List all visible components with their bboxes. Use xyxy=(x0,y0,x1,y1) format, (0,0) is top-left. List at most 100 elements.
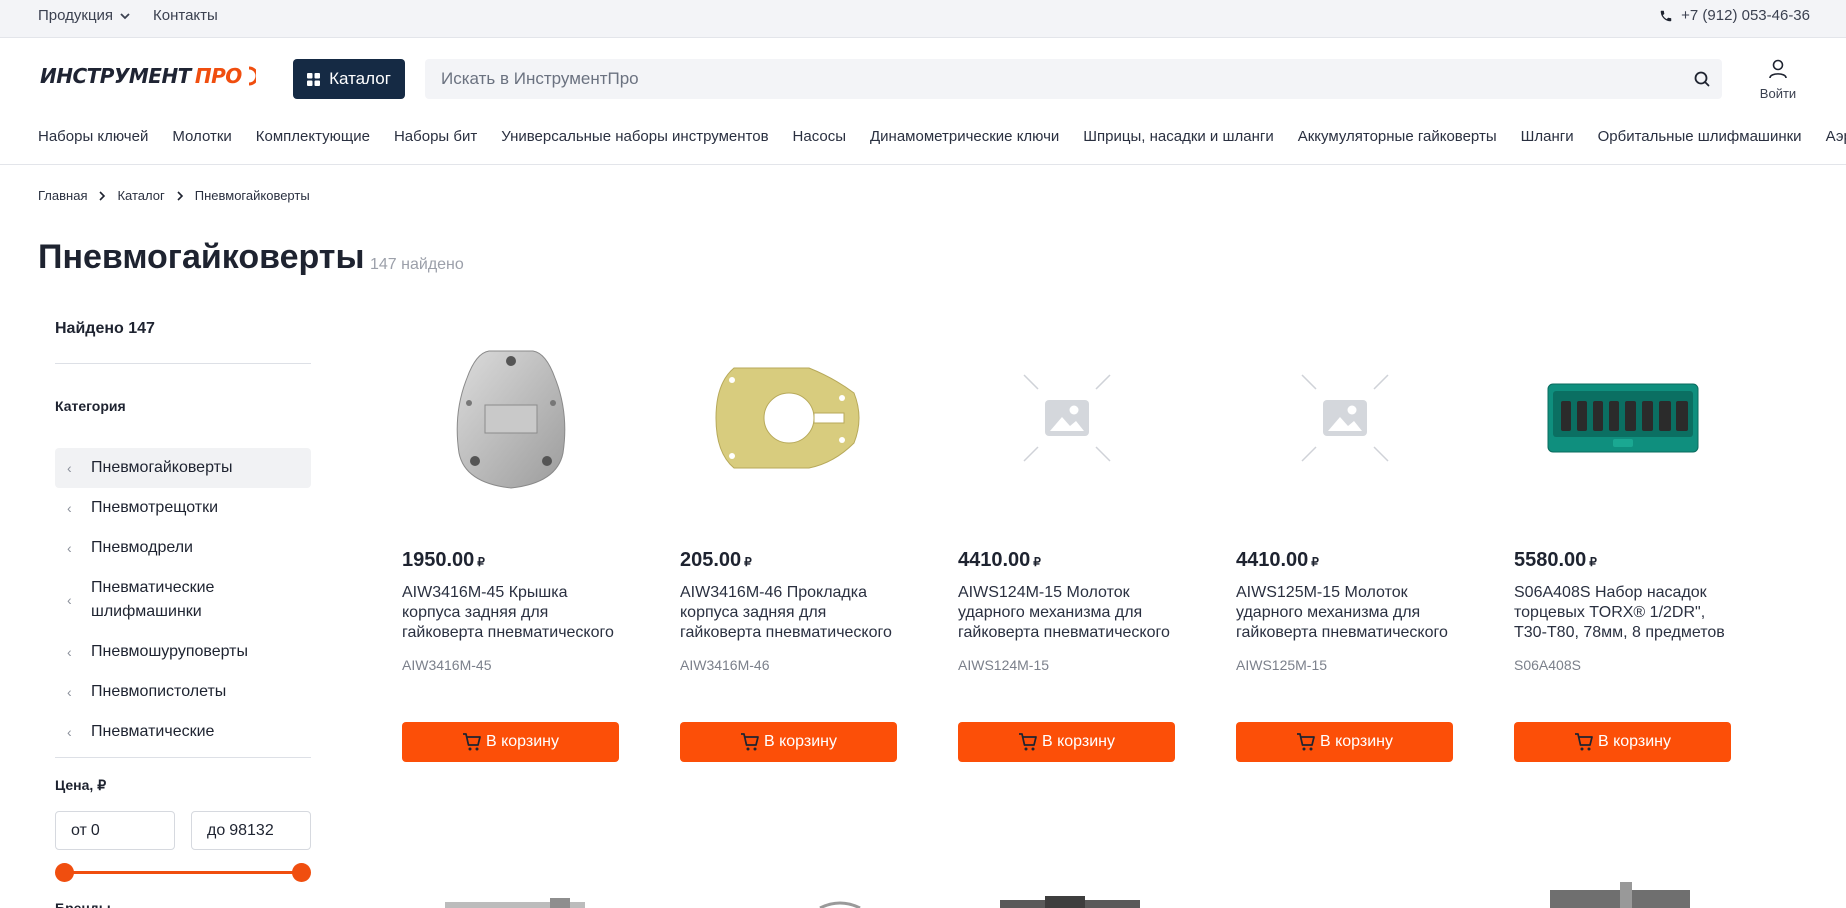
price-slider-max-handle[interactable] xyxy=(292,863,311,882)
price-from-input[interactable] xyxy=(90,821,151,840)
socket-set-image xyxy=(1547,383,1698,452)
search-icon[interactable] xyxy=(1692,69,1712,89)
category-nav-item[interactable]: Молотки xyxy=(172,128,231,145)
product-sku: AIWS125M-15 xyxy=(1236,657,1328,673)
category-filter-item[interactable]: ‹ Пневмошуруповерты xyxy=(55,632,311,672)
category-nav-item[interactable]: Универсальные наборы инструментов xyxy=(501,128,768,145)
add-to-cart-label: В корзину xyxy=(1041,733,1116,750)
product-card[interactable]: 4410.00 ₽ AIWS125M-15 Молоток ударного ме… xyxy=(1236,330,1453,762)
category-nav: Наборы ключей Молотки Комплектующие Набо… xyxy=(38,128,1846,145)
contacts-link[interactable]: Контакты xyxy=(153,7,218,24)
add-to-cart-button[interactable]: В корзину xyxy=(1236,722,1453,762)
category-nav-item[interactable]: Наборы бит xyxy=(394,128,477,145)
category-filter-label: Пневмогайковерты xyxy=(91,459,233,476)
category-nav-item[interactable]: Аккумуляторные гайковерты xyxy=(1298,128,1497,145)
category-filter-item[interactable]: ‹ Пневмотрещотки xyxy=(55,488,311,528)
category-filter-list: ‹ Пневмогайковерты ‹ Пневмотрещотки ‹ Пн… xyxy=(55,448,311,758)
catalog-button[interactable]: Каталог xyxy=(293,59,405,99)
category-nav-item[interactable]: Шланги xyxy=(1521,128,1574,145)
product-image[interactable] xyxy=(958,330,1175,505)
image-placeholder-icon xyxy=(1022,373,1111,462)
category-filter-label: Пневмопистолеты xyxy=(91,683,227,700)
product-sku: AIWS124M-15 xyxy=(958,657,1050,673)
currency-symbol: ₽ xyxy=(477,555,485,569)
breadcrumb-catalog[interactable]: Каталог xyxy=(117,188,164,203)
product-name[interactable]: AIWS124M-15 Молоток ударного механизма д… xyxy=(958,583,1175,643)
currency-symbol: ₽ xyxy=(744,555,752,569)
category-filter-item-active[interactable]: ‹ Пневмогайковерты xyxy=(55,448,311,488)
product-name[interactable]: S06A408S Набор насадок торцевых TORX® 1/… xyxy=(1514,583,1731,643)
category-nav-item[interactable]: Динамометрические ключи xyxy=(870,128,1059,145)
products-menu[interactable]: Продукция xyxy=(38,7,131,24)
product-card[interactable]: 4410.00 ₽ AIWS124M-15 Молоток ударного ме… xyxy=(958,330,1175,762)
cart-icon xyxy=(1018,733,1037,751)
category-nav-item[interactable]: Аэрографы xyxy=(1826,128,1846,145)
product-price: 5580.00 ₽ xyxy=(1514,549,1731,572)
product-image-partial[interactable] xyxy=(1540,880,1700,908)
tool-image xyxy=(1550,882,1690,908)
logo-mark-icon xyxy=(248,66,256,86)
search-input[interactable] xyxy=(441,59,1641,99)
category-nav-item[interactable]: Комплектующие xyxy=(256,128,370,145)
phone-icon xyxy=(1660,10,1672,21)
price-from-prefix: от xyxy=(71,821,87,839)
tool-image xyxy=(445,898,585,908)
chevron-down-icon xyxy=(120,12,130,19)
product-image-partial[interactable] xyxy=(810,880,870,908)
add-to-cart-button[interactable]: В корзину xyxy=(402,722,619,762)
cover-plate-image xyxy=(456,350,565,489)
category-filter-item[interactable]: ‹ Пневмопистолеты xyxy=(55,672,311,712)
product-name[interactable]: AIW3416M-46 Прокладка корпуса задняя для… xyxy=(680,583,897,643)
category-nav-item[interactable]: Насосы xyxy=(793,128,846,145)
chevron-left-icon: ‹ xyxy=(67,644,72,660)
nav-divider xyxy=(0,164,1846,165)
phone-link[interactable]: +7 (912) 053-46-36 xyxy=(1659,7,1810,24)
category-filter-item[interactable]: ‹ Пневматические xyxy=(55,712,311,752)
product-price-value: 5580.00 xyxy=(1514,549,1587,571)
add-to-cart-label: В корзину xyxy=(485,733,560,750)
add-to-cart-button[interactable]: В корзину xyxy=(958,722,1175,762)
product-image[interactable] xyxy=(402,330,619,505)
price-slider-min-handle[interactable] xyxy=(55,863,74,882)
currency-symbol: ₽ xyxy=(1033,555,1041,569)
price-to-input[interactable] xyxy=(229,821,290,840)
chevron-left-icon: ‹ xyxy=(67,500,72,516)
add-to-cart-button[interactable]: В корзину xyxy=(680,722,897,762)
product-price: 4410.00 ₽ xyxy=(1236,549,1453,572)
product-name[interactable]: AIWS125M-15 Молоток ударного механизма д… xyxy=(1236,583,1453,643)
category-filter-item[interactable]: ‹ Пневмодрели xyxy=(55,528,311,568)
add-to-cart-button[interactable]: В корзину xyxy=(1514,722,1731,762)
breadcrumb-home[interactable]: Главная xyxy=(38,188,87,203)
product-image-partial[interactable] xyxy=(440,880,590,908)
phone-number: +7 (912) 053-46-36 xyxy=(1681,7,1810,24)
chevron-left-icon: ‹ xyxy=(67,684,72,700)
sidebar-divider xyxy=(55,363,311,364)
category-filter-title: Категория xyxy=(55,398,126,414)
product-card[interactable]: 205.00 ₽ AIW3416M-46 Прокладка корпуса за… xyxy=(680,330,897,762)
product-image-partial[interactable] xyxy=(995,880,1145,908)
breadcrumb-current: Пневмогайковерты xyxy=(194,188,310,203)
product-sku: AIW3416M-45 xyxy=(402,657,492,673)
category-nav-item[interactable]: Шприцы, насадки и шланги xyxy=(1083,128,1273,145)
category-filter-item[interactable]: ‹ Пневматические шлифмашинки xyxy=(55,568,311,632)
breadcrumb: Главная Каталог Пневмогайковерты xyxy=(38,188,310,203)
product-price: 205.00 ₽ xyxy=(680,549,897,572)
product-sku: AIW3416M-46 xyxy=(680,657,770,673)
product-name[interactable]: AIW3416M-45 Крышка корпуса задняя для га… xyxy=(402,583,619,643)
product-image[interactable] xyxy=(1236,330,1453,505)
category-nav-item[interactable]: Орбитальные шлифмашинки xyxy=(1598,128,1802,145)
price-slider-track[interactable] xyxy=(64,871,301,874)
currency-symbol: ₽ xyxy=(1589,555,1597,569)
login-button[interactable]: Войти xyxy=(1757,58,1799,101)
add-to-cart-label: В корзину xyxy=(1597,733,1672,750)
price-to-prefix: до xyxy=(207,821,226,839)
product-card[interactable]: 5580.00 ₽ S06A408S Набор насадок торцевых… xyxy=(1514,330,1731,762)
price-to-field: до xyxy=(191,811,311,850)
tool-image xyxy=(1000,896,1140,908)
product-card[interactable]: 1950.00 ₽ AIW3416M-45 Крышка корпуса задн… xyxy=(402,330,619,762)
category-filter-label: Пневматические шлифмашинки xyxy=(91,579,215,620)
product-image[interactable] xyxy=(680,330,897,505)
category-nav-item[interactable]: Наборы ключей xyxy=(38,128,148,145)
logo[interactable]: ИНСТРУМЕНТ ПРО xyxy=(40,63,256,89)
product-image[interactable] xyxy=(1514,330,1731,505)
